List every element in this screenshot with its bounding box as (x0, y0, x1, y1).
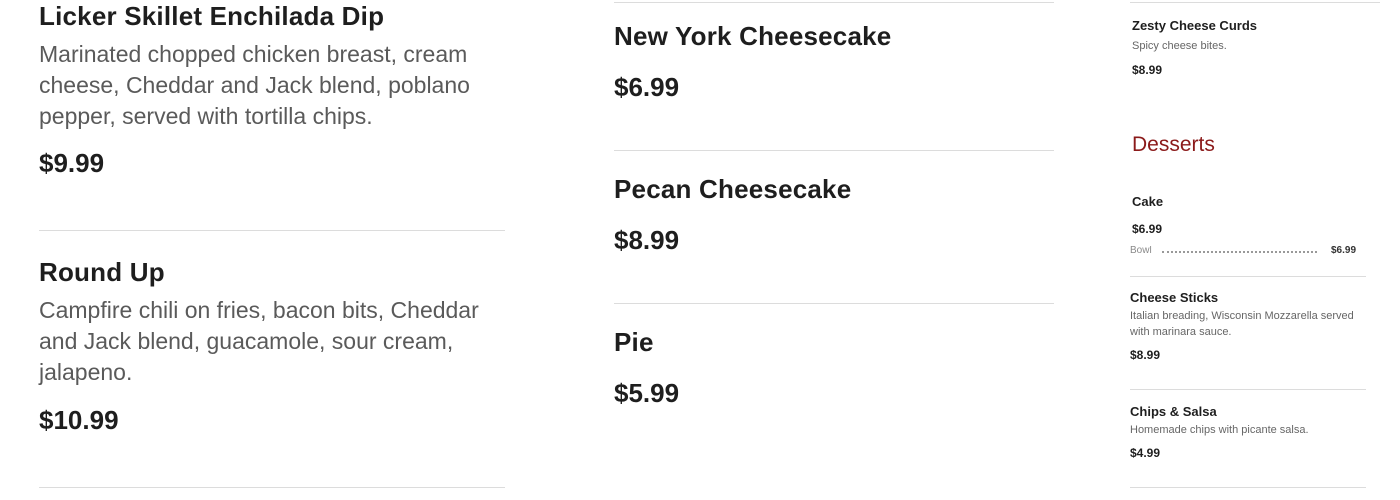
item-title: Cake (1132, 194, 1164, 209)
dotted-leader (1162, 251, 1317, 253)
item-price: $6.99 (1132, 222, 1163, 236)
item-description: Italian breading, Wisconsin Mozzarella s… (1130, 310, 1354, 338)
item-title: Pie (614, 327, 654, 357)
item-price: $6.99 (614, 72, 680, 102)
item-description: Homemade chips with picante salsa. (1130, 424, 1309, 436)
divider (1130, 276, 1366, 277)
item-price: $5.99 (614, 378, 680, 408)
item-title: Zesty Cheese Curds (1132, 18, 1257, 33)
divider (39, 230, 505, 231)
item-price: $4.99 (1130, 446, 1161, 460)
item-price: $8.99 (1130, 348, 1161, 362)
divider (1130, 487, 1366, 488)
item-price: $8.99 (614, 225, 680, 255)
item-description: Marinated chopped chicken breast, cream … (39, 41, 470, 129)
item-description: Spicy cheese bites. (1132, 40, 1227, 52)
item-title: Round Up (39, 257, 165, 287)
item-title: Pecan Cheesecake (614, 174, 852, 204)
divider (1130, 389, 1366, 390)
item-title: Chips & Salsa (1130, 404, 1217, 419)
divider (614, 303, 1054, 304)
item-title: Cheese Sticks (1130, 290, 1219, 305)
item-description: Campfire chili on fries, bacon bits, Che… (39, 297, 479, 385)
divider (1130, 2, 1380, 3)
bowl-label: Bowl (1130, 246, 1152, 256)
section-heading-desserts: Desserts (1132, 133, 1215, 156)
item-price: $10.99 (39, 405, 119, 435)
item-title: Licker Skillet Enchilada Dip (39, 1, 385, 31)
item-price: $8.99 (1132, 63, 1163, 77)
divider (614, 150, 1054, 151)
divider (614, 2, 1054, 3)
bowl-price: $6.99 (1331, 246, 1357, 256)
divider (39, 487, 505, 488)
item-title: New York Cheesecake (614, 21, 892, 51)
item-price: $9.99 (39, 148, 105, 178)
